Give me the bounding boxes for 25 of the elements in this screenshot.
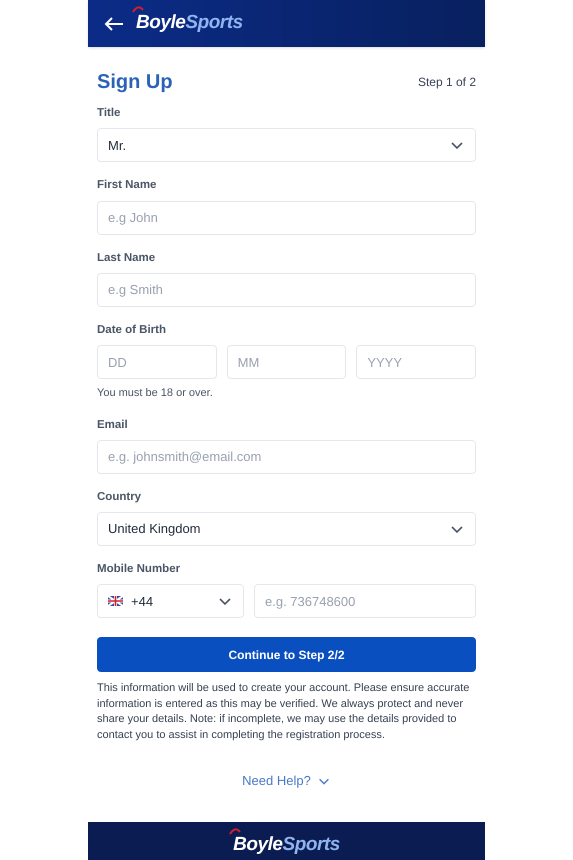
input-field[interactable]: YYYY <box>356 345 476 379</box>
flag-icon <box>108 596 123 606</box>
input-field[interactable]: e.g Smith <box>97 272 476 307</box>
field-label: Country <box>97 490 142 505</box>
field-label: Mobile Number <box>97 562 182 577</box>
field-label: Email <box>97 418 129 432</box>
country-code-select[interactable]: +44 <box>97 584 244 618</box>
back-arrow-icon[interactable] <box>104 16 124 32</box>
page-title: Sign Up <box>97 70 173 95</box>
hint-text: You must be 18 or over. <box>97 386 214 401</box>
input-field[interactable]: e.g. johnsmith@email.com <box>97 440 476 474</box>
info-text: This information will be used to create your account. Please ensure accurate information is entered as this may be verified. We always protect and never share your details. Note: if incomplete, we may use the details provided to contact you to assist in completing the registration process. <box>97 681 470 743</box>
help-link[interactable]: Need Help? <box>242 771 331 791</box>
select-field[interactable]: United Kingdom <box>97 512 476 546</box>
field-label: Last Name <box>97 250 156 266</box>
input-field[interactable]: MM <box>226 345 346 379</box>
continue-button[interactable]: Continue to Step 2/2 <box>97 637 476 672</box>
field-label: First Name <box>97 178 158 194</box>
field-label: Title <box>97 106 122 121</box>
step-indicator: Step 1 of 2 <box>418 74 476 91</box>
input-field[interactable]: DD <box>97 345 217 379</box>
input-field[interactable]: e.g John <box>97 200 476 234</box>
select-field[interactable]: Mr. <box>97 128 476 162</box>
input-field[interactable]: e.g. 736748600 <box>254 584 476 618</box>
field-label: Date of Birth <box>97 322 167 338</box>
